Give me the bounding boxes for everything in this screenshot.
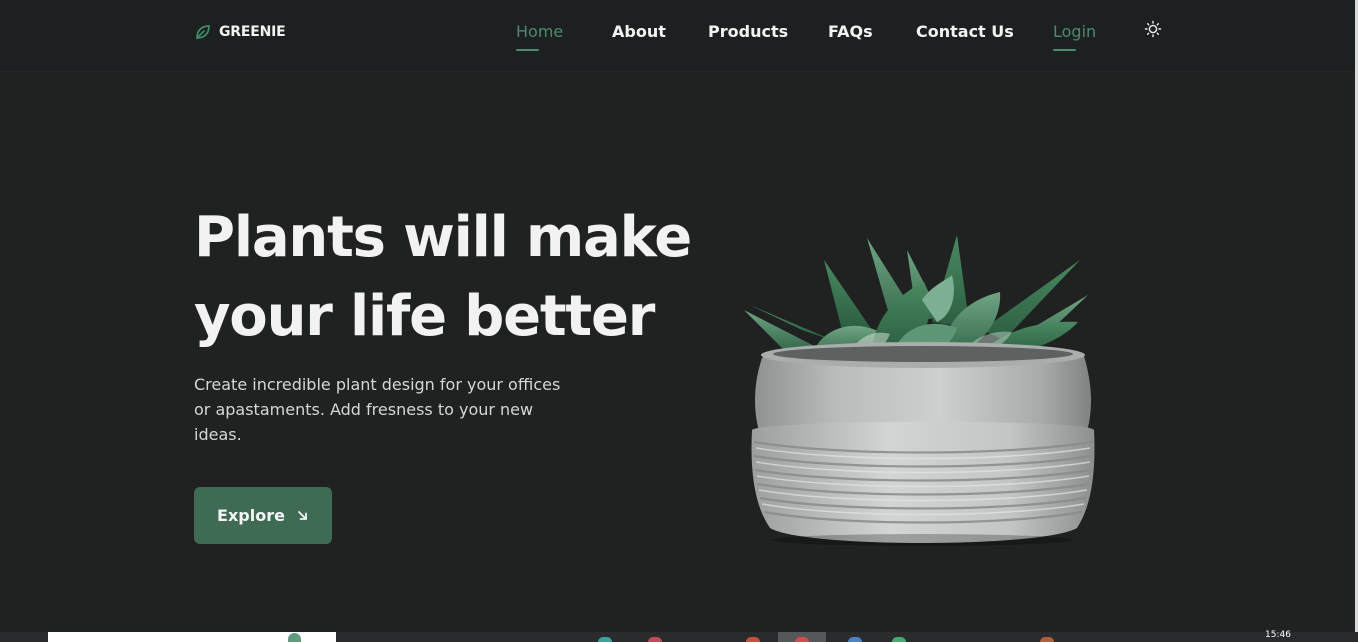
- hero-title-line-2: your life better: [194, 284, 655, 349]
- landing-page: GREENIE Home About Products FAQs Contact…: [0, 0, 1358, 642]
- nav-faqs[interactable]: FAQs: [828, 21, 873, 43]
- app-icon[interactable]: [746, 637, 760, 642]
- app-icon[interactable]: [848, 637, 862, 642]
- app-icon[interactable]: [1040, 637, 1054, 642]
- explore-button[interactable]: Explore: [194, 487, 332, 544]
- explore-button-label: Explore: [217, 506, 285, 525]
- app-icon[interactable]: [648, 637, 662, 642]
- nav-products[interactable]: Products: [708, 21, 788, 43]
- nav-login[interactable]: Login: [1053, 21, 1096, 51]
- nav-about[interactable]: About: [612, 21, 666, 43]
- hero-description: Create incredible plant design for your …: [194, 375, 561, 444]
- app-icon[interactable]: [795, 637, 809, 642]
- arrow-down-right-icon: [297, 510, 309, 522]
- nav-home[interactable]: Home: [516, 21, 563, 51]
- taskbar: 15:46: [0, 630, 1358, 642]
- hero-title: Plants will make your life better: [194, 198, 714, 356]
- succulent-pot-image: [742, 230, 1102, 550]
- sun-icon: [1144, 20, 1162, 41]
- clock: 15:46: [1265, 630, 1291, 640]
- app-icon[interactable]: [892, 637, 906, 642]
- theme-toggle-button[interactable]: [1143, 20, 1163, 40]
- nav-contact-us[interactable]: Contact Us: [916, 21, 1014, 43]
- hero-title-line-1: Plants will make: [194, 205, 692, 270]
- plant-thumbnail-icon: [288, 633, 301, 642]
- site-header: GREENIE Home About Products FAQs Contact…: [0, 0, 1358, 72]
- app-icon[interactable]: [598, 637, 612, 642]
